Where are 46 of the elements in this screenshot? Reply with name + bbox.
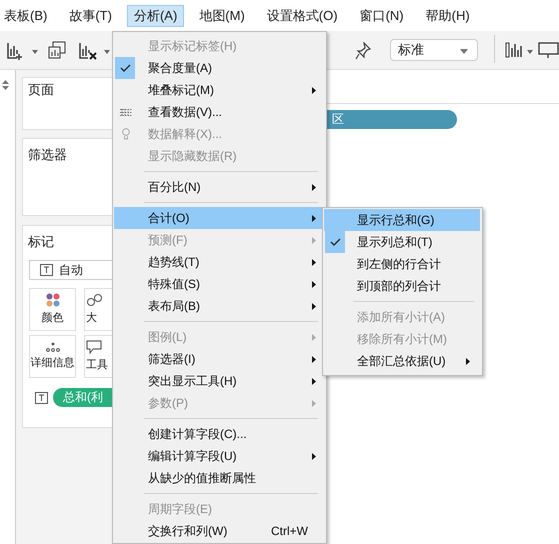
menu-item[interactable]: 创建计算字段(C)... [114, 423, 326, 445]
check-icon [120, 64, 131, 72]
size-icon [86, 292, 102, 307]
menu-item[interactable]: 故事(T) [62, 4, 119, 26]
menu-item[interactable]: 窗口(N) [352, 4, 411, 26]
menu-item[interactable]: 全部汇总依据(U) [324, 350, 480, 372]
caret-icon[interactable] [527, 50, 533, 54]
menu-item[interactable]: 聚合度量(A) [114, 57, 326, 79]
card-title: 页面 [28, 81, 54, 99]
sort-icon[interactable] [2, 80, 9, 90]
menu-item[interactable]: 分析(A) [126, 4, 184, 26]
show-me-icon[interactable] [505, 42, 523, 58]
check-icon [330, 238, 341, 246]
menu-item[interactable]: 编辑计算字段(U) [114, 445, 326, 467]
card-title: 筛选器 [28, 146, 67, 164]
grid-icon [120, 109, 132, 116]
text-icon [40, 264, 53, 276]
caret-icon[interactable] [32, 50, 38, 54]
clear-chart-icon[interactable] [78, 41, 98, 61]
color-dots-icon [46, 292, 60, 307]
tooltip-icon [86, 340, 102, 354]
caret-icon [460, 49, 468, 54]
menu-item[interactable]: 设置格式(O) [260, 4, 345, 26]
menu-item[interactable]: 堆叠标记(M) [114, 79, 326, 101]
text-icon [35, 392, 48, 404]
menu-item[interactable]: 显示行总和(G) [324, 209, 480, 231]
menu-item[interactable]: 表板(B) [0, 4, 54, 26]
menu-item[interactable]: 从缺少的值推断属性 [114, 467, 326, 489]
menu-item[interactable]: 地图(M) [192, 4, 252, 26]
shortcut-text: Ctrl+W [271, 523, 308, 540]
menu-item[interactable]: 到顶部的列合计 [324, 275, 480, 297]
lightbulb-icon [122, 128, 130, 140]
menu-item[interactable]: 百分比(N) [114, 176, 326, 198]
card-title: 标记 [28, 233, 54, 251]
menu-item[interactable]: 显示列总和(T) [324, 231, 480, 253]
caret-icon[interactable] [104, 50, 110, 54]
presentation-icon[interactable] [538, 41, 559, 59]
menu-item[interactable]: 帮助(H) [418, 4, 477, 26]
mark-property-button[interactable]: 颜色 [29, 288, 76, 331]
menu-item[interactable]: 交换行和列(W) Ctrl+W [114, 520, 326, 542]
detail-icon [46, 342, 60, 352]
pin-icon[interactable] [355, 42, 371, 60]
menu-item[interactable]: 到左侧的行合计 [324, 253, 480, 275]
mark-property-button[interactable]: 详细信息 [29, 335, 76, 378]
fit-dropdown[interactable]: 标准 [390, 39, 478, 61]
duplicate-chart-icon[interactable] [48, 41, 66, 59]
